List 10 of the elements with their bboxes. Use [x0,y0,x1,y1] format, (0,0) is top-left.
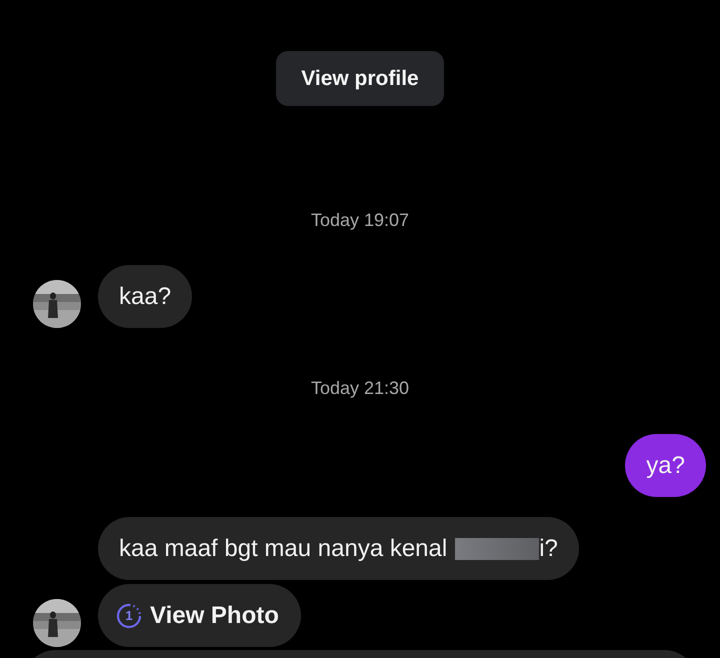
count-label: 1 [125,608,133,623]
timestamp: Today 19:07 [310,210,410,231]
message-bubble: ya? [625,434,706,497]
timestamp: Today 21:30 [310,378,410,399]
message-bubble: kaa? [98,265,192,328]
message-text: kaa maaf bgt mau nanya kenal [119,534,448,562]
view-photo-button[interactable]: 1 View Photo [98,584,301,647]
view-profile-button[interactable]: View profile [276,51,444,106]
view-once-icon [116,602,142,628]
message-text: i? [539,534,558,562]
